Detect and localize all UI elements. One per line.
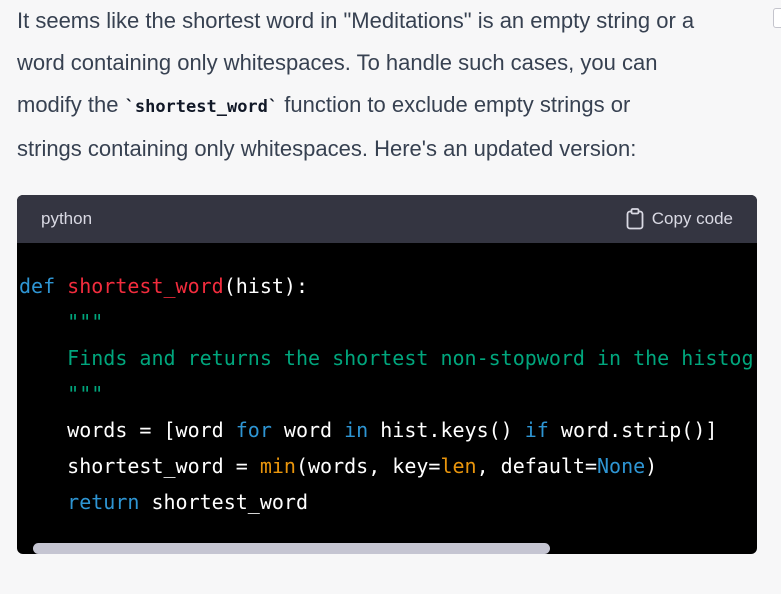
code-keyword: for bbox=[235, 418, 272, 442]
message-line: word containing only whitespaces. To han… bbox=[17, 50, 658, 75]
message-text: function to exclude empty strings or bbox=[278, 92, 631, 117]
message-text: modify the bbox=[17, 92, 125, 117]
code-header: python Copy code bbox=[17, 195, 757, 243]
message-line: strings containing only whitespaces. Her… bbox=[17, 136, 637, 161]
code-block: python Copy code def shortest_word(hist)… bbox=[17, 195, 757, 554]
message-line: It seems like the shortest word in "Medi… bbox=[17, 8, 695, 33]
inline-code: `shortest_word` bbox=[124, 97, 279, 117]
code-body[interactable]: def shortest_word(hist): """ Finds and r… bbox=[17, 243, 757, 554]
copy-code-button[interactable]: Copy code bbox=[626, 208, 733, 230]
code-builtin: len bbox=[440, 454, 477, 478]
horizontal-scrollbar[interactable] bbox=[33, 543, 550, 554]
copy-code-label: Copy code bbox=[651, 209, 733, 228]
code-text: (hist): bbox=[223, 274, 309, 298]
code-keyword: return bbox=[67, 490, 140, 514]
code-builtin: min bbox=[259, 454, 296, 478]
code-text: word.strip()] bbox=[548, 418, 718, 442]
assistant-message: It seems like the shortest word in "Medi… bbox=[17, 0, 761, 170]
code-text: shortest_word = bbox=[67, 454, 260, 478]
code-docstring: """ bbox=[67, 382, 104, 406]
code-text: , default= bbox=[476, 454, 597, 478]
code-keyword: None bbox=[597, 454, 646, 478]
code-text: word bbox=[271, 418, 345, 442]
code-language-label: python bbox=[41, 209, 93, 228]
code-content: def shortest_word(hist): """ Finds and r… bbox=[17, 243, 757, 520]
code-keyword: def bbox=[19, 274, 56, 298]
edge-clipboard-icon[interactable] bbox=[773, 8, 781, 28]
code-text: hist.keys() bbox=[368, 418, 525, 442]
code-docstring: """ bbox=[67, 310, 104, 334]
code-keyword: if bbox=[524, 418, 549, 442]
code-text: (words, key= bbox=[295, 454, 441, 478]
code-function-name: shortest_word bbox=[67, 274, 224, 298]
code-text: shortest_word bbox=[139, 490, 308, 514]
clipboard-icon bbox=[626, 208, 644, 230]
code-text: words = [word bbox=[67, 418, 236, 442]
code-text: ) bbox=[645, 454, 658, 478]
message-line: modify the `shortest_word` function to e… bbox=[17, 84, 761, 128]
code-keyword: in bbox=[344, 418, 369, 442]
code-docstring: Finds and returns the shortest non-stopw… bbox=[67, 346, 757, 370]
